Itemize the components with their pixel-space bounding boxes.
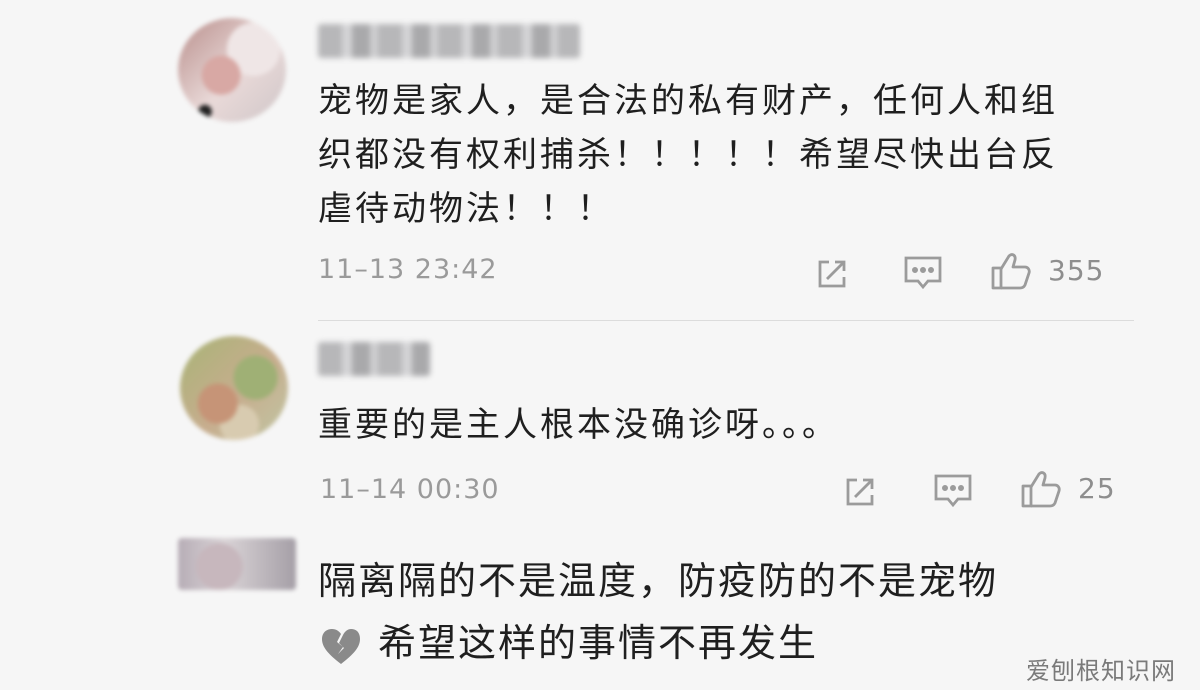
share-icon[interactable] [840,472,880,512]
comment-text-line: 织都没有权利捕杀！！！！！希望尽快出台反 [318,135,1058,175]
avatar[interactable] [178,18,286,122]
comment-text-line: 虐待动物法！！！ [318,189,614,229]
divider [318,320,1134,321]
share-icon[interactable] [812,254,852,294]
comment-text-line: 重要的是主人根本没确诊呀。。。 [318,405,839,445]
comment-text: 宠物是家人，是合法的私有财产，任何人和组 织都没有权利捕杀！！！！！希望尽快出台… [318,74,1108,236]
comment-text: 重要的是主人根本没确诊呀。。。 [318,398,1118,452]
avatar[interactable] [178,538,296,590]
reply-icon[interactable] [930,470,976,512]
thumbs-up-icon[interactable] [988,248,1034,294]
comment-text-line: 宠物是家人，是合法的私有财产，任何人和组 [318,81,1058,121]
like-count: 355 [1048,254,1105,287]
reply-icon[interactable] [900,252,946,294]
comment-timestamp: 11–13 23:42 [318,254,498,285]
watermark: 爱刨根知识网 [1026,657,1176,685]
like-count: 25 [1078,472,1116,505]
comment-timestamp: 11–14 00:30 [320,474,500,505]
avatar[interactable] [180,336,288,440]
username-blurred[interactable] [318,342,430,376]
thumbs-up-icon[interactable] [1018,466,1064,512]
comment-text-line: 隔离隔的不是温度，防疫防的不是宠物 [318,559,999,603]
username-blurred[interactable] [318,24,580,58]
broken-heart-icon [318,624,364,670]
